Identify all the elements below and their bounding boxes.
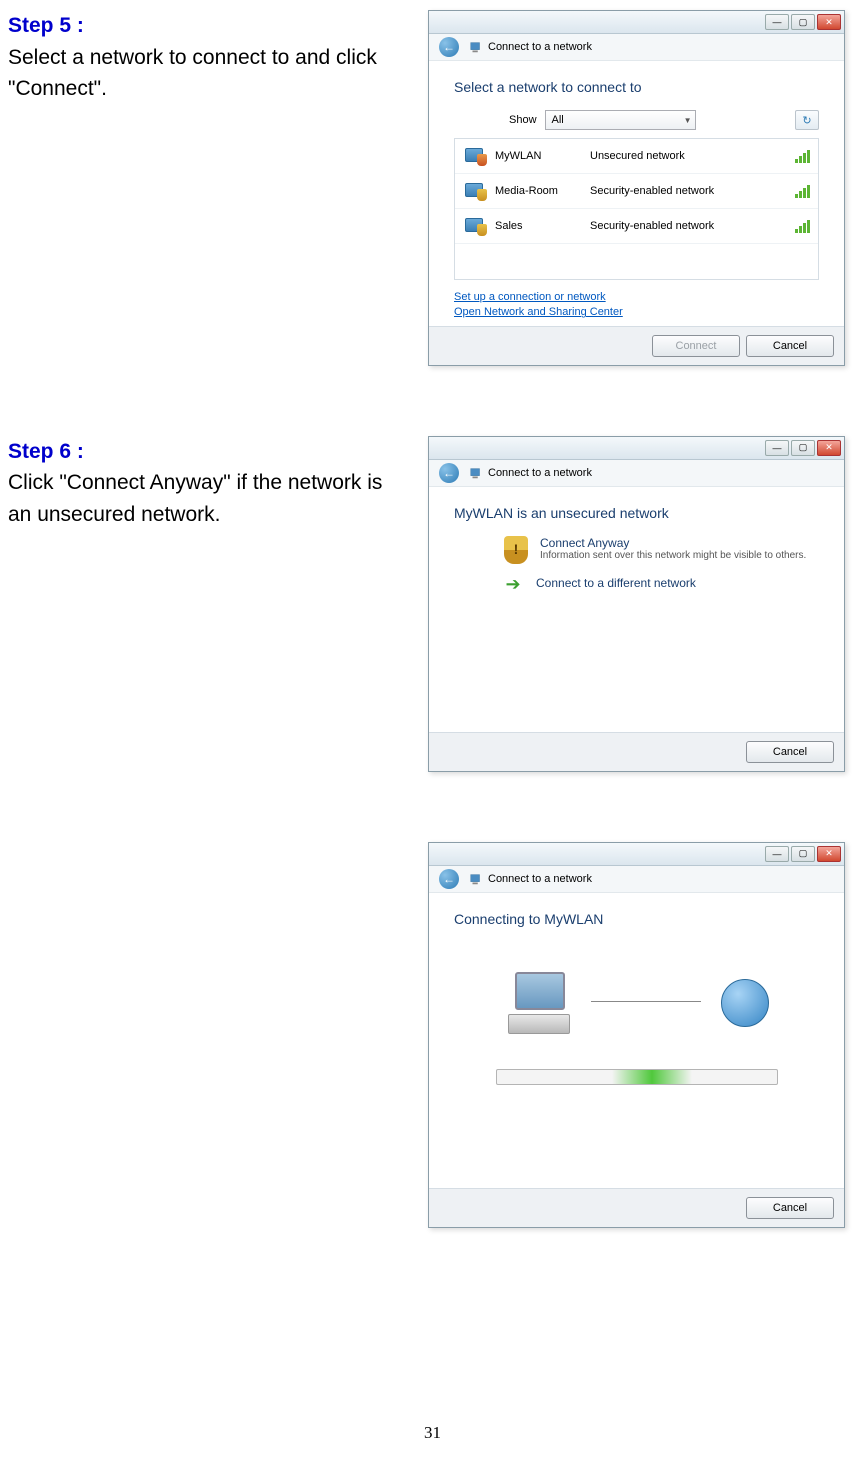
minimize-button[interactable]: — (765, 846, 789, 862)
close-button[interactable]: ✕ (817, 846, 841, 862)
back-icon[interactable]: ← (439, 869, 459, 889)
cancel-button[interactable]: Cancel (746, 741, 834, 763)
network-name: Media-Room (495, 185, 590, 197)
close-button[interactable]: ✕ (817, 440, 841, 456)
network-icon (463, 181, 487, 201)
dialog-footer: Cancel (429, 732, 844, 771)
step5-block: Step 5 : Select a network to connect to … (8, 10, 865, 366)
option-subtitle: Information sent over this network might… (540, 550, 806, 561)
signal-icon (795, 149, 810, 163)
connect-different-option[interactable]: ➔ Connect to a different network (504, 576, 819, 594)
dialog-body: MyWLAN is an unsecured network Connect A… (429, 487, 844, 732)
dialog-header: ← Connect to a network (429, 34, 844, 61)
maximize-button[interactable]: ▢ (791, 440, 815, 456)
dialog-footer: Cancel (429, 1188, 844, 1227)
connecting-graphics (454, 972, 819, 1034)
chevron-down-icon: ▼ (684, 116, 692, 125)
show-label: Show (509, 114, 537, 126)
connect-button[interactable]: Connect (652, 335, 740, 357)
option-text: Connect Anyway Information sent over thi… (540, 536, 806, 561)
arrow-right-icon: ➔ (504, 576, 522, 594)
titlebar: — ▢ ✕ (429, 11, 844, 34)
dialog-select-network: — ▢ ✕ ← Connect to a network Select a ne… (428, 10, 845, 366)
dialog-title: MyWLAN is an unsecured network (454, 505, 819, 521)
network-status: Unsecured network (590, 150, 795, 162)
cancel-button[interactable]: Cancel (746, 335, 834, 357)
signal-icon (795, 219, 810, 233)
dialog-connecting: — ▢ ✕ ← Connect to a network Connecting … (428, 842, 845, 1228)
network-row[interactable]: Sales Security-enabled network (455, 209, 818, 244)
connect-anyway-option[interactable]: Connect Anyway Information sent over thi… (504, 536, 819, 564)
dialog-unsecured: — ▢ ✕ ← Connect to a network MyWLAN is a… (428, 436, 845, 772)
show-value: All (552, 114, 564, 126)
network-icon (469, 466, 483, 480)
network-list: MyWLAN Unsecured network Media-Room Secu… (454, 138, 819, 280)
shield-warning-icon (504, 536, 528, 564)
dialog-title: Select a network to connect to (454, 79, 819, 95)
step6-label: Step 6 : (8, 440, 84, 463)
step5-label: Step 5 : (8, 14, 84, 37)
step6-block: Step 6 : Click "Connect Anyway" if the n… (8, 436, 865, 772)
dialog-header-title: Connect to a network (488, 873, 592, 885)
progress-bar (496, 1069, 778, 1085)
minimize-button[interactable]: — (765, 440, 789, 456)
back-icon[interactable]: ← (439, 463, 459, 483)
maximize-button[interactable]: ▢ (791, 14, 815, 30)
maximize-button[interactable]: ▢ (791, 846, 815, 862)
dialog-header-title: Connect to a network (488, 467, 592, 479)
dialog-header: ← Connect to a network (429, 460, 844, 487)
network-icon (469, 40, 483, 54)
progress-fill (612, 1070, 692, 1084)
connecting-block: — ▢ ✕ ← Connect to a network Connecting … (8, 842, 865, 1228)
dialog-body: Select a network to connect to Show All … (429, 61, 844, 326)
option-title: Connect Anyway (540, 536, 806, 550)
globe-icon (721, 979, 769, 1027)
close-button[interactable]: ✕ (817, 14, 841, 30)
network-icon (463, 146, 487, 166)
dialog-title: Connecting to MyWLAN (454, 911, 819, 927)
computer-icon (505, 972, 571, 1034)
dialog-footer: Connect Cancel (429, 326, 844, 365)
step6-text: Step 6 : Click "Connect Anyway" if the n… (8, 436, 428, 531)
network-icon (469, 872, 483, 886)
option-title: Connect to a different network (536, 576, 696, 590)
show-filter: Show All ▼ ↻ (509, 110, 819, 130)
step5-text: Step 5 : Select a network to connect to … (8, 10, 428, 105)
minimize-button[interactable]: — (765, 14, 789, 30)
option-text: Connect to a different network (536, 576, 696, 590)
back-icon[interactable]: ← (439, 37, 459, 57)
signal-icon (795, 184, 810, 198)
connection-line-icon (591, 1001, 701, 1004)
cancel-button[interactable]: Cancel (746, 1197, 834, 1219)
refresh-button[interactable]: ↻ (795, 110, 819, 130)
dialog-header: ← Connect to a network (429, 866, 844, 893)
network-name: MyWLAN (495, 150, 590, 162)
step5-desc: Select a network to connect to and click… (8, 46, 377, 101)
network-status: Security-enabled network (590, 220, 795, 232)
setup-connection-link[interactable]: Set up a connection or network (454, 290, 819, 305)
network-icon (463, 216, 487, 236)
network-status: Security-enabled network (590, 185, 795, 197)
step6-desc: Click "Connect Anyway" if the network is… (8, 471, 382, 526)
network-name: Sales (495, 220, 590, 232)
titlebar: — ▢ ✕ (429, 437, 844, 460)
show-select[interactable]: All ▼ (545, 110, 696, 130)
titlebar: — ▢ ✕ (429, 843, 844, 866)
dialog-body: Connecting to MyWLAN (429, 893, 844, 1188)
page-number: 31 (0, 1423, 865, 1443)
network-row[interactable]: Media-Room Security-enabled network (455, 174, 818, 209)
dialog-header-title: Connect to a network (488, 41, 592, 53)
network-row[interactable]: MyWLAN Unsecured network (455, 139, 818, 174)
open-sharing-link[interactable]: Open Network and Sharing Center (454, 305, 819, 320)
